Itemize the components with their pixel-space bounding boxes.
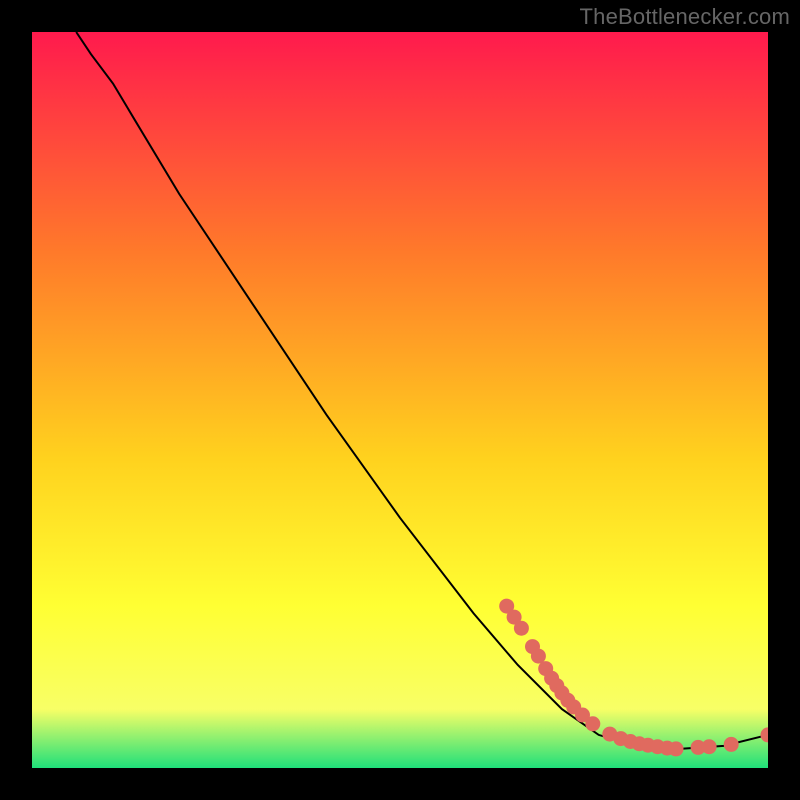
- plot-area: [32, 32, 768, 768]
- data-dot: [724, 737, 739, 752]
- chart-svg: [32, 32, 768, 768]
- data-dot: [514, 621, 529, 636]
- chart-stage: TheBottlenecker.com: [0, 0, 800, 800]
- data-dot: [585, 716, 600, 731]
- watermark-text: TheBottlenecker.com: [580, 4, 790, 30]
- data-dot: [702, 739, 717, 754]
- data-dot: [669, 741, 684, 756]
- gradient-bg: [32, 32, 768, 768]
- data-dot: [531, 649, 546, 664]
